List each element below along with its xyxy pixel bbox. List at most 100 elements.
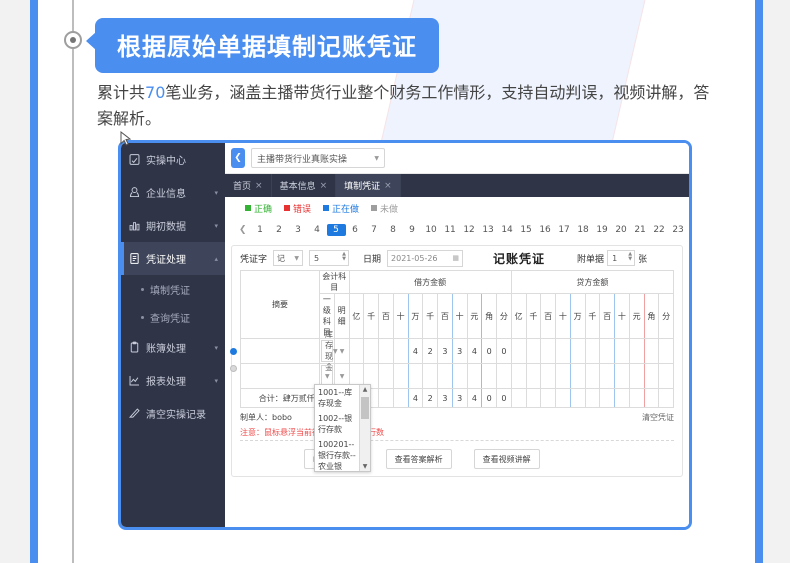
cell-credit-digit[interactable] (600, 364, 615, 389)
project-select[interactable]: 主播带货行业真账实操 ▼ (251, 148, 385, 168)
page-button[interactable]: 10 (422, 224, 441, 236)
cell-credit-digit[interactable] (629, 339, 644, 364)
cell-credit-digit[interactable] (556, 364, 571, 389)
voucher-number-input[interactable]: 5 ▲▼ (309, 250, 349, 266)
dropdown-option[interactable]: 1001--库存现金 (315, 385, 359, 411)
subject-level1-select[interactable]: 库存现金 ▼ (321, 340, 333, 362)
cell-credit-digit[interactable] (511, 339, 526, 364)
cell-debit-digit[interactable] (452, 364, 467, 389)
cell-summary[interactable] (241, 364, 320, 389)
cell-debit-digit[interactable] (393, 364, 408, 389)
cell-credit-digit[interactable] (659, 364, 674, 389)
cell-credit-digit[interactable] (541, 339, 556, 364)
cell-credit-digit[interactable] (585, 339, 600, 364)
page-button[interactable]: 7 (365, 224, 384, 236)
page-button[interactable]: 12 (460, 224, 479, 236)
sidebar-item-clear-records[interactable]: 清空实操记录 (121, 397, 225, 430)
cell-credit-digit[interactable] (526, 339, 541, 364)
cell-credit-digit[interactable] (615, 364, 630, 389)
page-button[interactable]: 14 (498, 224, 517, 236)
tab-home[interactable]: 首页 × (225, 174, 272, 197)
page-button[interactable]: 2 (270, 224, 289, 236)
page-button[interactable]: 18 (574, 224, 593, 236)
view-video-button[interactable]: 查看视频讲解 (474, 449, 540, 469)
dropdown-option[interactable]: 1002--银行存款 (315, 411, 359, 437)
page-button[interactable]: 6 (346, 224, 365, 236)
cell-credit-digit[interactable] (644, 364, 659, 389)
page-button[interactable]: 19 (593, 224, 612, 236)
close-icon[interactable]: × (320, 181, 328, 191)
calendar-icon[interactable]: ▦ (452, 254, 459, 262)
sidebar-item-ledger-processing[interactable]: 账簿处理 ▾ (121, 331, 225, 364)
sidebar-item-enterprise-info[interactable]: 企业信息 ▾ (121, 176, 225, 209)
cell-credit-digit[interactable] (615, 339, 630, 364)
sidebar-item-practice-center[interactable]: 实操中心 (121, 143, 225, 176)
page-button[interactable]: 11 (441, 224, 460, 236)
sidebar-item-voucher-processing[interactable]: 凭证处理 ▴ (121, 242, 225, 275)
cell-debit-digit[interactable]: 3 (452, 339, 467, 364)
sidebar-collapse-button[interactable]: ❮ (231, 148, 245, 168)
tab-basic-info[interactable]: 基本信息 × (272, 174, 337, 197)
cell-credit-digit[interactable] (585, 364, 600, 389)
cell-debit-digit[interactable] (364, 339, 379, 364)
page-button[interactable]: 21 (631, 224, 650, 236)
cell-debit-digit[interactable] (379, 364, 394, 389)
scrollbar-thumb[interactable] (361, 397, 369, 419)
cell-credit-digit[interactable] (541, 364, 556, 389)
page-button[interactable]: 4 (308, 224, 327, 236)
cell-credit-digit[interactable] (526, 364, 541, 389)
cell-debit-digit[interactable] (438, 364, 453, 389)
cell-subject-level1[interactable]: 库存现金 ▼ (320, 339, 335, 364)
cell-subject-detail[interactable]: ▼ (334, 339, 349, 364)
cell-debit-digit[interactable]: 4 (408, 339, 423, 364)
cell-debit-digit[interactable] (497, 364, 512, 389)
sidebar-item-opening-data[interactable]: 期初数据 ▾ (121, 209, 225, 242)
cell-debit-digit[interactable]: 0 (497, 339, 512, 364)
page-button[interactable]: 13 (479, 224, 498, 236)
voucher-attach-input[interactable]: 1 ▲▼ (607, 250, 635, 266)
cell-debit-digit[interactable] (482, 364, 497, 389)
chevron-left-icon[interactable]: ❮ (235, 225, 251, 235)
dropdown-option[interactable]: 100201--银行存款--农业银 (315, 437, 359, 471)
page-button[interactable]: 22 (650, 224, 669, 236)
caret-up-icon[interactable]: ▲ (360, 385, 370, 394)
voucher-word-select[interactable]: 记 ▼ (273, 250, 303, 266)
cell-debit-digit[interactable] (423, 364, 438, 389)
sidebar-subitem-query-voucher[interactable]: 查询凭证 (121, 303, 225, 331)
stepper-icon[interactable]: ▲▼ (628, 252, 632, 262)
cell-credit-digit[interactable] (570, 364, 585, 389)
page-button[interactable]: 23 (669, 224, 683, 236)
cell-credit-digit[interactable] (659, 339, 674, 364)
page-button[interactable]: 9 (403, 224, 422, 236)
close-icon[interactable]: × (384, 181, 392, 191)
cell-credit-digit[interactable] (600, 339, 615, 364)
cell-debit-digit[interactable] (408, 364, 423, 389)
cell-credit-digit[interactable] (556, 339, 571, 364)
voucher-date-input[interactable]: 2021-05-26 ▦ (387, 250, 463, 267)
cell-debit-digit[interactable]: 0 (482, 339, 497, 364)
cell-debit-digit[interactable] (349, 339, 364, 364)
cell-credit-digit[interactable] (644, 339, 659, 364)
cell-debit-digit[interactable] (379, 339, 394, 364)
view-answer-button[interactable]: 查看答案解析 (386, 449, 452, 469)
page-button[interactable]: 8 (384, 224, 403, 236)
subject-detail-select[interactable]: ▼ (336, 340, 348, 362)
dropdown-scrollbar[interactable]: ▲ ▼ (359, 385, 370, 471)
page-button[interactable]: 17 (555, 224, 574, 236)
cell-credit-digit[interactable] (629, 364, 644, 389)
caret-down-icon[interactable]: ▼ (360, 462, 370, 471)
page-button[interactable]: 1 (251, 224, 270, 236)
subject-dropdown-menu[interactable]: 1001--库存现金 1002--银行存款 100201--银行存款--农业银 … (314, 384, 371, 472)
cell-debit-digit[interactable]: 2 (423, 339, 438, 364)
page-button[interactable]: 20 (612, 224, 631, 236)
tab-fill-voucher[interactable]: 填制凭证 × (336, 174, 401, 197)
cell-summary[interactable] (241, 339, 320, 364)
stepper-icon[interactable]: ▲▼ (342, 252, 346, 262)
page-button[interactable]: 3 (289, 224, 308, 236)
sidebar-subitem-fill-voucher[interactable]: 填制凭证 (121, 275, 225, 303)
clear-voucher-link[interactable]: 清空凭证 (642, 412, 674, 423)
cell-debit-digit[interactable] (393, 339, 408, 364)
cell-debit-digit[interactable] (467, 364, 482, 389)
close-icon[interactable]: × (255, 181, 263, 191)
page-button[interactable]: 16 (536, 224, 555, 236)
